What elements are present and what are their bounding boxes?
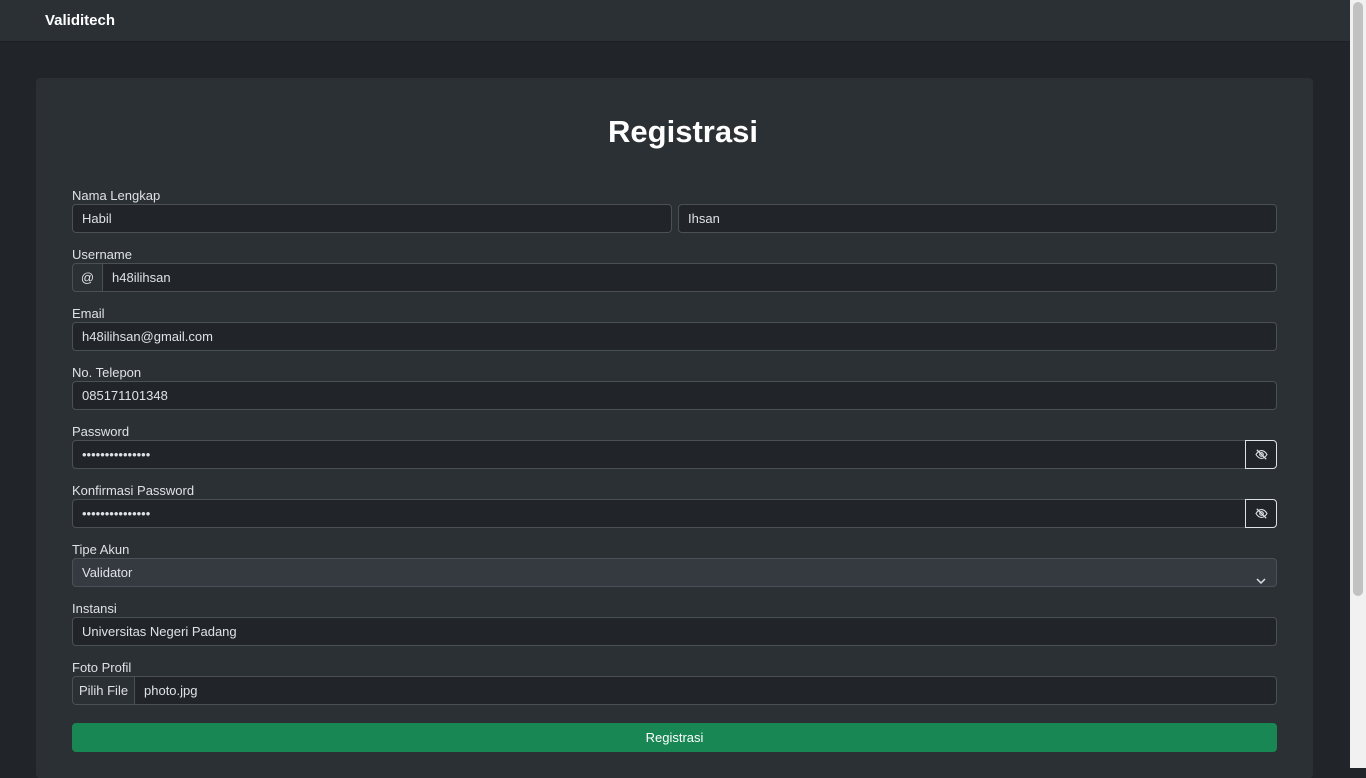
phone-label: No. Telepon [72,365,142,380]
confirm-password-input[interactable]: ••••••••••••••• [72,499,1246,528]
username-input[interactable]: h48ilihsan [102,263,1277,292]
first-name-input[interactable]: Habil [72,204,672,233]
phone-input[interactable]: 085171101348 [72,381,1277,410]
photo-label: Foto Profil [72,660,132,675]
full-name-label: Nama Lengkap [72,188,161,203]
username-prefix: @ [72,263,103,292]
registration-card [36,78,1313,778]
photo-filename[interactable]: photo.jpg [134,676,1277,705]
navbar: Validitech [0,0,1350,42]
password-label: Password [72,424,130,439]
password-input[interactable]: ••••••••••••••• [72,440,1246,469]
email-label: Email [72,306,105,321]
email-input[interactable]: h48ilihsan@gmail.com [72,322,1277,351]
eye-slash-icon [1254,449,1268,460]
institution-label: Instansi [72,601,117,616]
choose-file-button[interactable]: Pilih File [72,676,135,705]
confirm-password-label: Konfirmasi Password [72,483,195,498]
page-title: Registrasi [608,114,758,149]
chevron-down-icon [1256,567,1266,594]
scrollbar-thumb[interactable] [1353,2,1363,596]
username-label: Username [72,247,132,262]
password-toggle-button[interactable] [1245,440,1277,469]
institution-input[interactable]: Universitas Negeri Padang [72,617,1277,646]
account-type-select[interactable]: Validator [72,558,1277,587]
account-type-selected: Validator [82,565,133,580]
register-button[interactable]: Registrasi [72,723,1277,752]
account-type-label: Tipe Akun [72,542,130,557]
brand-link[interactable]: Validitech [45,12,115,29]
confirm-password-toggle-button[interactable] [1245,499,1277,528]
last-name-input[interactable]: Ihsan [678,204,1277,233]
eye-slash-icon [1254,508,1268,519]
